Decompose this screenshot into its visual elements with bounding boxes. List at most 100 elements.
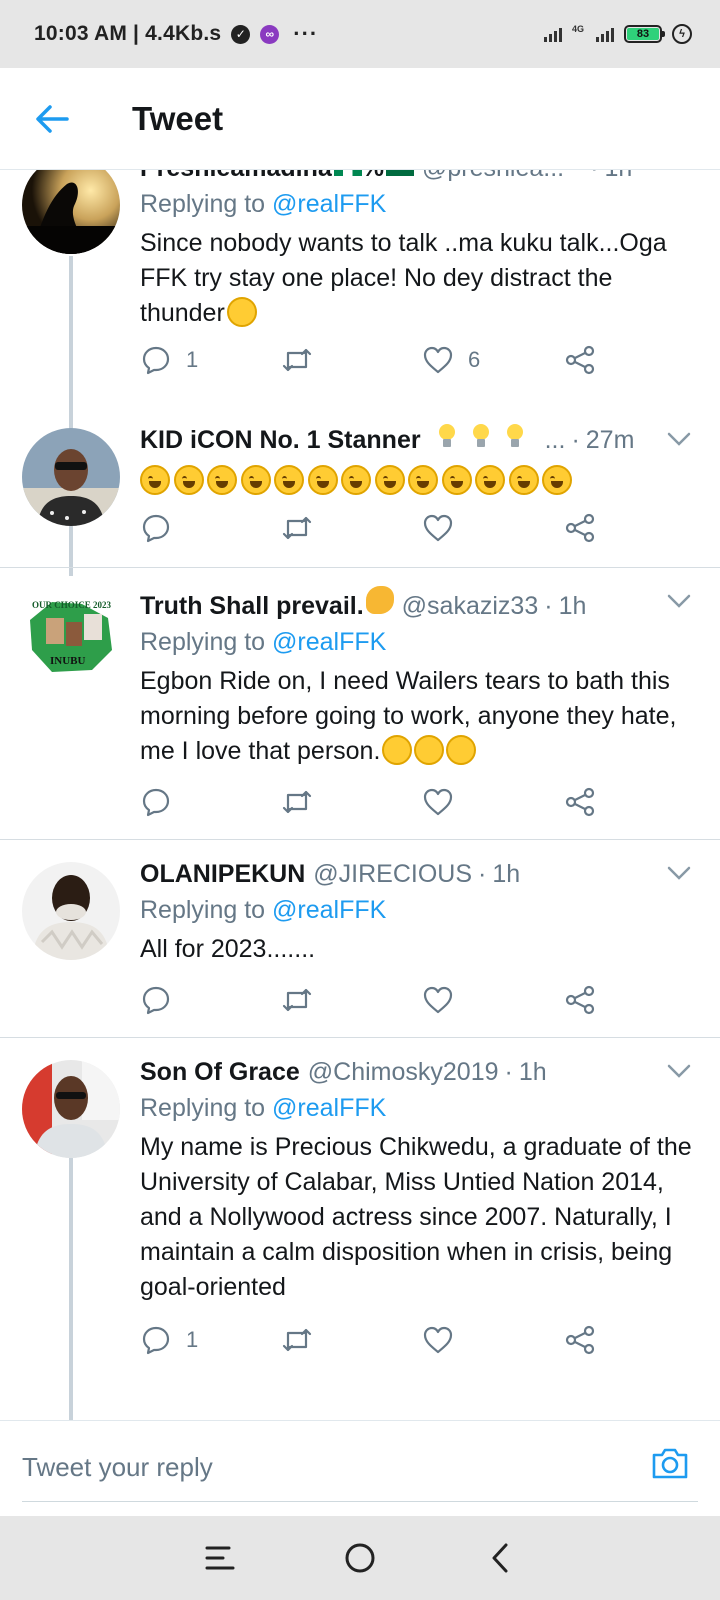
retweet-button[interactable] xyxy=(280,980,314,1020)
tweet-time: 1h xyxy=(492,860,521,888)
avatar[interactable] xyxy=(22,428,120,526)
chevron-down-icon[interactable] xyxy=(666,430,692,448)
retweet-button[interactable] xyxy=(280,508,314,548)
tweet-username[interactable]: KID iCON No. 1 Stanner xyxy=(140,424,421,456)
share-button[interactable] xyxy=(564,1320,596,1360)
tweet-handle: @sakaziz33 xyxy=(401,592,539,620)
tweet-header: Presnieamadina% @presniea... ·1h xyxy=(140,170,692,184)
reply-input[interactable] xyxy=(22,1447,602,1487)
reply-icon xyxy=(142,788,170,817)
tweet-item[interactable]: Son Of Grace @Chimosky2019 · 1h Replying … xyxy=(0,1038,720,1420)
like-button[interactable] xyxy=(422,508,454,548)
camera-button[interactable] xyxy=(650,1443,690,1483)
reply-icon xyxy=(142,514,170,543)
avatar[interactable] xyxy=(22,170,120,254)
tweet-username[interactable]: Truth Shall prevail. xyxy=(140,590,364,622)
reply-composer xyxy=(0,1420,720,1516)
heart-icon xyxy=(423,788,453,816)
tweet-item[interactable]: OLANIPEKUN @JIRECIOUS · 1h Replying to @r… xyxy=(0,840,720,1038)
like-button[interactable] xyxy=(422,980,454,1020)
tweet-username[interactable]: OLANIPEKUN xyxy=(140,858,305,890)
like-button[interactable] xyxy=(422,1320,454,1360)
avatar[interactable] xyxy=(22,1060,120,1158)
laughing-emoji-icon xyxy=(341,465,371,496)
tweet-header: KID iCON No. 1 Stanner ... · 27m xyxy=(140,424,635,456)
nigeria-flag-icon xyxy=(333,170,362,176)
reply-button[interactable] xyxy=(140,782,172,822)
replying-to: Replying to @realFFK xyxy=(140,896,387,924)
tweet-item[interactable]: KID iCON No. 1 Stanner ... · 27m xyxy=(0,406,720,568)
tweet-actions: 1 6 xyxy=(140,340,610,380)
share-button[interactable] xyxy=(564,980,596,1020)
lightbulb-icon xyxy=(506,424,523,448)
tweet-username[interactable]: Son Of Grace xyxy=(140,1056,300,1088)
reply-button[interactable] xyxy=(140,508,172,548)
recent-apps-button[interactable] xyxy=(190,1528,250,1588)
app-header: Tweet xyxy=(0,68,720,170)
tweet-actions xyxy=(140,508,610,548)
tweet-header: Truth Shall prevail. @sakaziz33 · 1h xyxy=(140,586,692,622)
tweet-username[interactable]: Presnieamadina xyxy=(140,170,332,184)
avatar[interactable]: OUR CHOICE 2023 INUBU xyxy=(22,590,120,688)
tweet-time: 1h xyxy=(518,1058,547,1086)
tweet-text: Egbon Ride on, I need Wailers tears to b… xyxy=(140,667,677,765)
retweet-button[interactable] xyxy=(280,1320,314,1360)
tweet-handle: @presniea... xyxy=(422,170,564,184)
retweet-icon xyxy=(282,516,312,540)
laughing-emoji-icon xyxy=(508,465,539,496)
laughing-emoji-icon xyxy=(542,465,572,496)
avatar-caption: INUBU xyxy=(50,655,86,667)
tweet-text: All for 2023....... xyxy=(140,935,316,963)
page-title: Tweet xyxy=(132,99,224,137)
laughing-emoji-icon xyxy=(173,465,204,496)
reply-icon xyxy=(142,346,170,375)
laughing-emoji-icon xyxy=(307,465,338,496)
laughing-emoji-icon xyxy=(207,465,237,496)
chevron-down-icon[interactable] xyxy=(666,864,692,882)
retweet-button[interactable] xyxy=(280,782,314,822)
reply-button[interactable]: 1 xyxy=(140,1320,198,1360)
charging-icon: ϟ xyxy=(672,24,692,44)
avatar[interactable] xyxy=(22,862,120,960)
signal-icon xyxy=(543,26,562,42)
reply-feed[interactable]: Presnieamadina% @presniea... ·1h Replyin… xyxy=(0,170,720,1420)
chevron-left-icon xyxy=(492,1543,508,1573)
like-button[interactable]: 6 xyxy=(422,340,480,380)
laughing-emoji-icon xyxy=(475,465,505,496)
laughing-emoji-icon xyxy=(274,465,304,496)
mention-link[interactable]: @realFFK xyxy=(272,190,386,218)
back-button[interactable] xyxy=(22,89,82,149)
verified-check-icon: ✓ xyxy=(231,24,251,44)
replying-to: Replying to @realFFK xyxy=(140,1094,387,1122)
tweet-time: 1h xyxy=(604,170,632,184)
system-back-button[interactable] xyxy=(470,1528,530,1588)
home-button[interactable] xyxy=(330,1528,390,1588)
share-icon xyxy=(565,985,595,1015)
reply-count: 1 xyxy=(186,347,199,372)
share-button[interactable] xyxy=(564,508,596,548)
tweet-time: 1h xyxy=(558,592,587,620)
chevron-down-icon[interactable] xyxy=(666,592,692,610)
reply-button[interactable] xyxy=(140,980,172,1020)
heart-icon xyxy=(423,346,453,374)
tweet-header: Son Of Grace @Chimosky2019 · 1h xyxy=(140,1056,547,1088)
retweet-icon xyxy=(282,988,312,1012)
share-button[interactable] xyxy=(564,782,596,822)
retweet-button[interactable] xyxy=(280,340,314,380)
laughing-emoji-icon xyxy=(408,465,438,496)
replying-to: Replying to @realFFK xyxy=(140,628,387,656)
flexed-bicep-icon xyxy=(365,586,394,614)
mention-link[interactable]: @realFFK xyxy=(272,1094,386,1122)
like-button[interactable] xyxy=(422,782,454,822)
tweet-text xyxy=(140,460,692,496)
reply-button[interactable]: 1 xyxy=(140,340,198,380)
mention-link[interactable]: @realFFK xyxy=(272,628,386,656)
infinity-app-icon: ∞ xyxy=(260,24,280,44)
chevron-down-icon[interactable] xyxy=(666,1062,692,1080)
tweet-item[interactable]: OUR CHOICE 2023 INUBU Truth Shall prevail… xyxy=(0,568,720,840)
signal-2-icon xyxy=(596,26,614,42)
network-type-label: 4G xyxy=(571,24,584,34)
mention-link[interactable]: @realFFK xyxy=(272,896,386,924)
share-button[interactable] xyxy=(564,340,596,380)
thread-line xyxy=(69,1158,73,1420)
